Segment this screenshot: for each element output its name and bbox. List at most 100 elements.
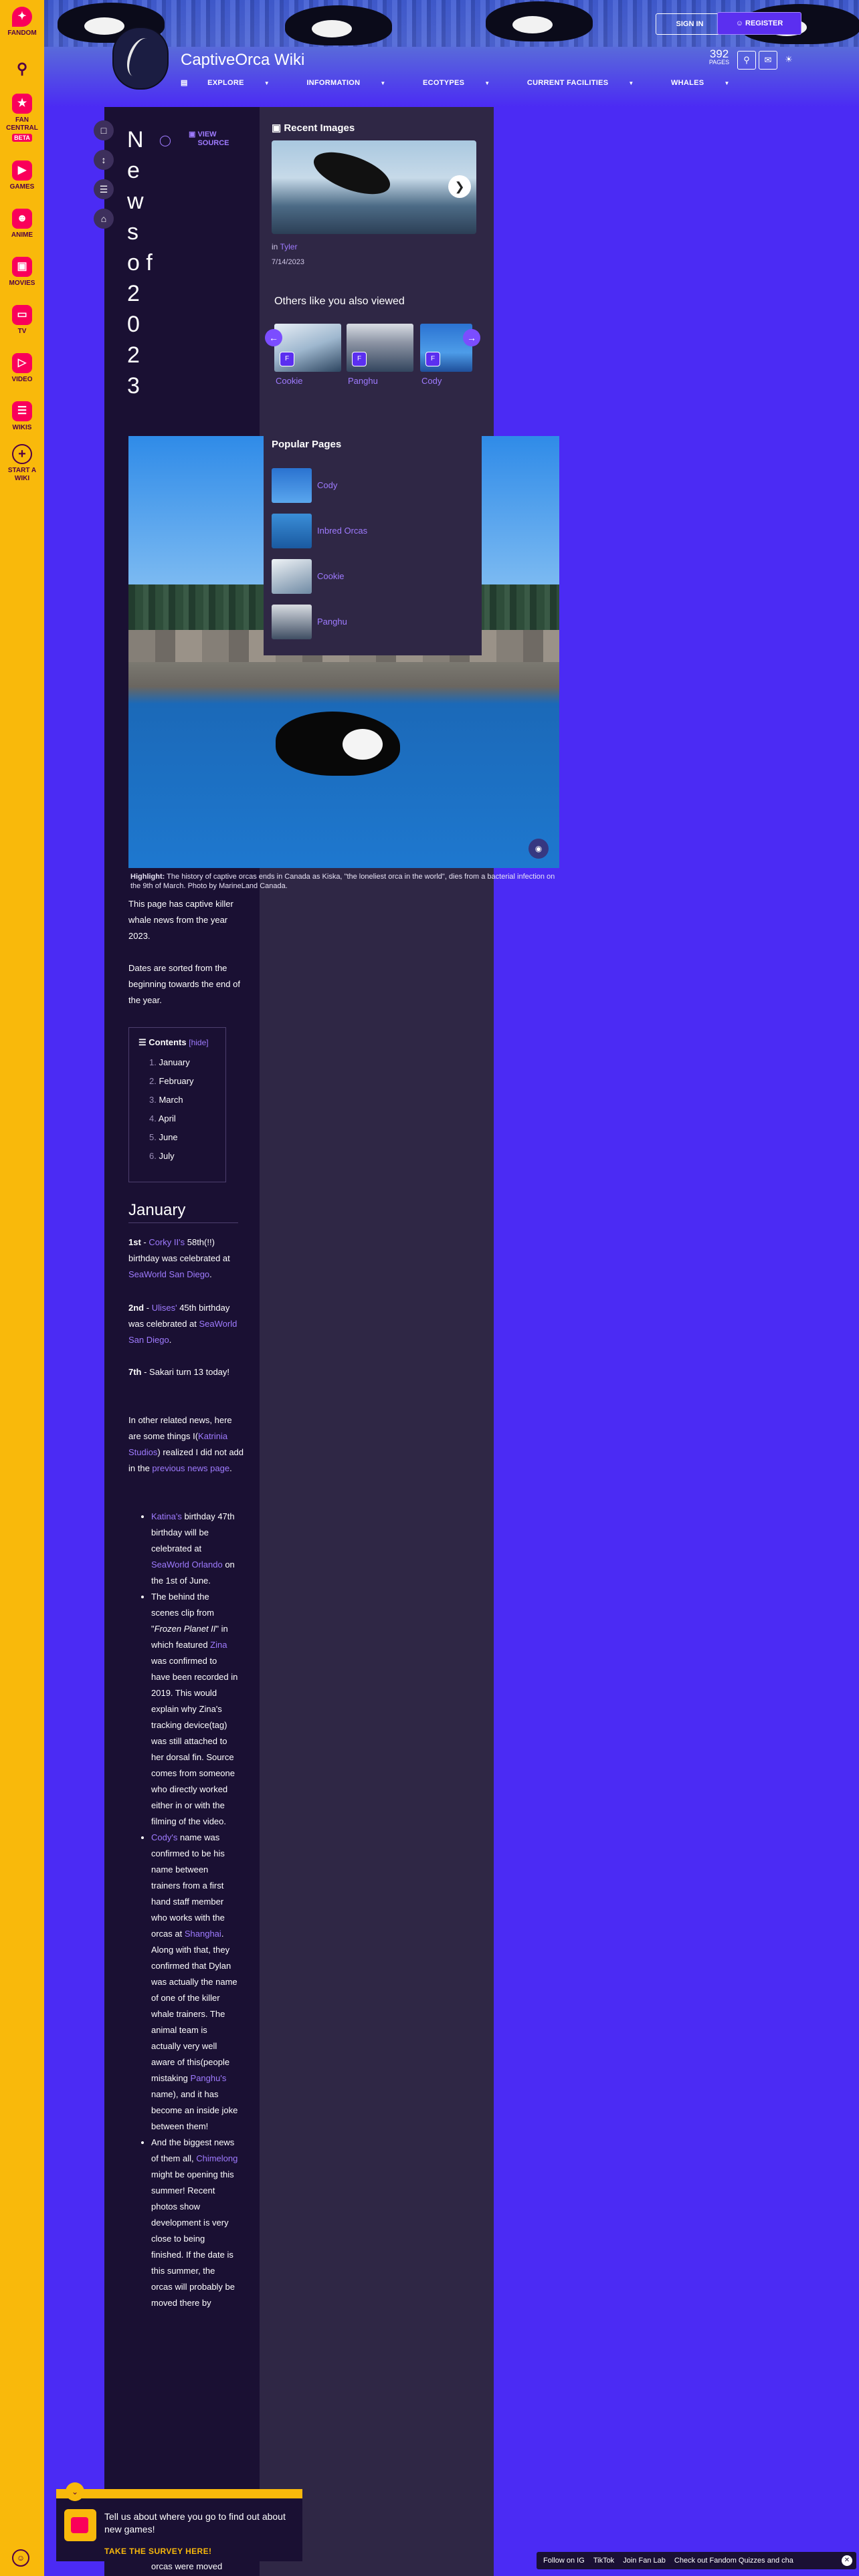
recent-image-meta: in Tyler — [272, 242, 297, 251]
tv-link[interactable]: ▭ TV — [0, 305, 44, 336]
carousel-next-button[interactable]: ❯ — [448, 175, 471, 198]
contents-icon[interactable]: ☰ — [94, 179, 114, 199]
nav-current-facilities[interactable]: CURRENT FACILITIES ▼ — [527, 79, 652, 87]
popular-thumb-cookie[interactable] — [272, 559, 312, 594]
start-a-wiki-link[interactable]: + START A WIKI — [0, 444, 44, 483]
home-icon[interactable]: ⌂ — [94, 209, 114, 229]
toc-item[interactable]: 2. February — [144, 1072, 194, 1091]
zina-link[interactable]: Zina — [210, 1640, 227, 1650]
others-thumb-cookie[interactable]: F — [274, 324, 341, 372]
bookmark-icon[interactable]: □ — [94, 120, 114, 140]
view-source-button[interactable]: ▣ VIEW SOURCE — [189, 130, 237, 148]
wiki-logo[interactable] — [112, 27, 169, 90]
camera-icon[interactable]: ◉ — [529, 839, 549, 859]
footer-link-quizzes[interactable]: Check out Fandom Quizzes and cha — [674, 2557, 793, 2565]
anime-label: ANIME — [11, 231, 33, 239]
close-icon[interactable]: ✕ — [842, 2555, 852, 2566]
toc-item[interactable]: 5. June — [144, 1128, 194, 1147]
nav-ecotypes[interactable]: ECOTYPES ▼ — [423, 79, 508, 87]
footer-link-fan-lab[interactable]: Join Fan Lab — [623, 2557, 666, 2565]
global-search-button[interactable]: ⚲ — [0, 59, 44, 82]
corky-link[interactable]: Corky II's — [149, 1237, 185, 1247]
recent-image-link[interactable]: Tyler — [280, 242, 297, 251]
date-label: 1st — [128, 1237, 141, 1247]
january-paragraph-1: 1st - Corky II's 58th(!!) birthday was c… — [128, 1235, 244, 1283]
nav-information[interactable]: INFORMATION ▼ — [306, 79, 403, 87]
theme-toggle-button[interactable]: ☀ — [780, 51, 797, 68]
cody-link[interactable]: Cody's — [151, 1832, 177, 1842]
others-prev-button[interactable]: ← — [265, 329, 282, 346]
user-account-icon[interactable]: ☺ — [12, 2549, 29, 2567]
register-button[interactable]: ☺ REGISTER — [717, 12, 801, 35]
hero-orca — [276, 712, 400, 776]
beta-badge: BETA — [12, 134, 32, 142]
popular-thumb-panghu[interactable] — [272, 605, 312, 639]
toc-item[interactable]: 1. January — [144, 1053, 194, 1072]
others-label-cody[interactable]: Cody — [421, 376, 442, 386]
text: . — [209, 1269, 212, 1279]
date-label: 7th — [128, 1367, 142, 1377]
footer-link-tiktok[interactable]: TikTok — [593, 2557, 614, 2565]
recent-image[interactable]: ❯ — [272, 140, 476, 234]
survey-link[interactable]: TAKE THE SURVEY HERE! — [104, 2547, 211, 2556]
anime-link[interactable]: ☻ ANIME — [0, 209, 44, 239]
list-item: The behind the scenes clip from "Frozen … — [151, 1589, 238, 1830]
nav-whales[interactable]: WHALES ▼ — [671, 79, 747, 87]
sun-icon: ☀ — [785, 54, 793, 64]
text: - Sakari turn 13 today! — [141, 1367, 230, 1377]
seaworld-orlando-link[interactable]: SeaWorld Orlando — [151, 1560, 223, 1570]
fan-central-label: FAN CENTRAL — [6, 116, 38, 132]
previous-news-page-link[interactable]: previous news page — [152, 1463, 229, 1473]
collapse-chevron-icon[interactable]: ⌄ — [66, 2482, 84, 2501]
page-title-char: w — [127, 189, 144, 214]
katina-link[interactable]: Katina's — [151, 1511, 182, 1521]
page-title-char: o — [127, 250, 140, 276]
toc-title: Contents — [149, 1037, 187, 1047]
footer-link-ig[interactable]: Follow on IG — [543, 2557, 585, 2565]
expand-icon[interactable]: ↕ — [94, 150, 114, 170]
others-next-button[interactable]: → — [463, 329, 480, 346]
ulises-link[interactable]: Ulises' — [152, 1303, 177, 1313]
games-link[interactable]: ▶ GAMES — [0, 160, 44, 191]
video-link[interactable]: ▷ VIDEO — [0, 353, 44, 384]
toc-item[interactable]: 4. April — [144, 1109, 194, 1128]
others-label-panghu[interactable]: Panghu — [348, 376, 378, 386]
popular-link-panghu[interactable]: Panghu — [317, 617, 347, 627]
others-thumb-panghu[interactable]: F — [347, 324, 413, 372]
wiki-title[interactable]: CaptiveOrca Wiki — [181, 51, 304, 70]
others-label-cookie[interactable]: Cookie — [276, 376, 302, 386]
discussions-button[interactable]: ✉ — [759, 51, 777, 70]
chevron-down-icon: ▼ — [484, 80, 490, 86]
popular-link-cookie[interactable]: Cookie — [317, 571, 344, 581]
fandom-logo-link[interactable]: ✦ FANDOM — [0, 7, 44, 37]
wikis-label: WIKIS — [12, 424, 32, 431]
popular-thumb-cody[interactable] — [272, 468, 312, 503]
text: might be opening this summer! Recent pho… — [151, 2169, 235, 2308]
toc-hide-link[interactable]: [hide] — [189, 1038, 208, 1047]
popular-link-inbred-orcas[interactable]: Inbred Orcas — [317, 526, 367, 536]
movies-link[interactable]: ▣ MOVIES — [0, 257, 44, 288]
comment-icon[interactable]: ◯ — [159, 134, 171, 147]
seaworld-san-diego-link[interactable]: SeaWorld San Diego — [128, 1269, 209, 1279]
user-icon: ☺ — [735, 19, 746, 27]
nav-explore[interactable]: ▤ EXPLORE ▼ — [181, 79, 287, 87]
shanghai-link[interactable]: Shanghai — [185, 1929, 221, 1939]
register-label: REGISTER — [745, 19, 783, 27]
panghu-link[interactable]: Panghu's — [191, 2073, 227, 2083]
fan-central-link[interactable]: ★ FAN CENTRAL BETA — [0, 94, 44, 142]
fandom-label: FANDOM — [7, 29, 37, 37]
popular-link-cody[interactable]: Cody — [317, 480, 337, 490]
wikis-link[interactable]: ☰ WIKIS — [0, 401, 44, 432]
sign-in-button[interactable]: SIGN IN — [656, 13, 724, 35]
wiki-search-button[interactable]: ⚲ — [737, 51, 756, 70]
toc-item[interactable]: 3. March — [144, 1091, 194, 1109]
popular-thumb-inbred-orcas[interactable] — [272, 514, 312, 548]
page-count-label: PAGES — [708, 59, 730, 66]
page-title-char: e — [127, 158, 140, 183]
survey-illustration — [64, 2509, 96, 2541]
toc-item[interactable]: 6. July — [144, 1147, 194, 1166]
others-thumb-cody[interactable]: F — [420, 324, 472, 372]
page-tools: □ ↕ ☰ ⌂ — [94, 120, 115, 238]
book-icon: ☰ — [12, 401, 32, 421]
chimelong-link[interactable]: Chimelong — [196, 2153, 237, 2163]
